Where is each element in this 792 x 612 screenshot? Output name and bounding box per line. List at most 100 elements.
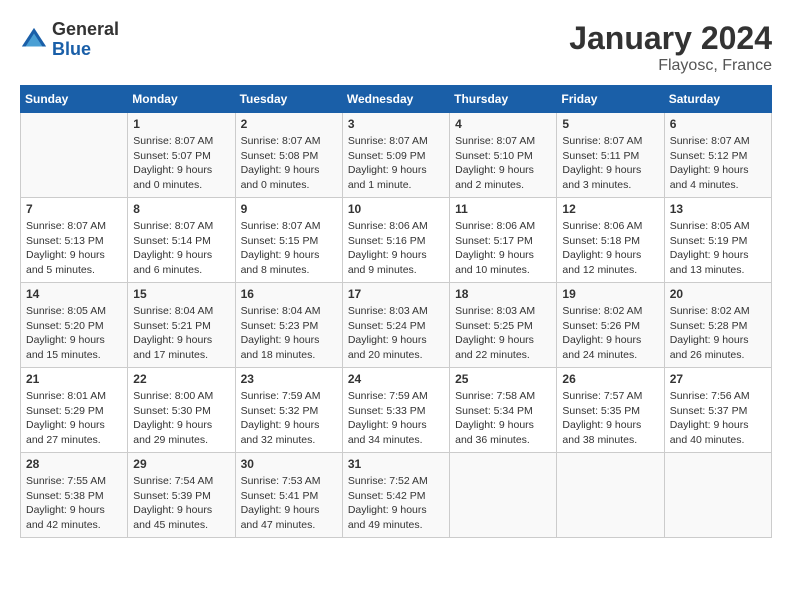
day-info: Sunrise: 8:06 AMSunset: 5:16 PMDaylight:… bbox=[348, 219, 444, 278]
calendar-day-cell: 29 Sunrise: 7:54 AMSunset: 5:39 PMDayligh… bbox=[128, 453, 235, 538]
day-info: Sunrise: 8:00 AMSunset: 5:30 PMDaylight:… bbox=[133, 389, 229, 448]
calendar-week-row: 1 Sunrise: 8:07 AMSunset: 5:07 PMDaylight… bbox=[21, 113, 772, 198]
day-info: Sunrise: 8:06 AMSunset: 5:18 PMDaylight:… bbox=[562, 219, 658, 278]
day-info: Sunrise: 8:05 AMSunset: 5:19 PMDaylight:… bbox=[670, 219, 766, 278]
day-info: Sunrise: 8:07 AMSunset: 5:10 PMDaylight:… bbox=[455, 134, 551, 193]
day-of-week-header: Thursday bbox=[450, 86, 557, 113]
calendar-day-cell: 3 Sunrise: 8:07 AMSunset: 5:09 PMDaylight… bbox=[342, 113, 449, 198]
day-info: Sunrise: 8:07 AMSunset: 5:07 PMDaylight:… bbox=[133, 134, 229, 193]
day-info: Sunrise: 7:59 AMSunset: 5:33 PMDaylight:… bbox=[348, 389, 444, 448]
day-number: 20 bbox=[670, 287, 766, 301]
calendar-week-row: 28 Sunrise: 7:55 AMSunset: 5:38 PMDayligh… bbox=[21, 453, 772, 538]
calendar-day-cell: 19 Sunrise: 8:02 AMSunset: 5:26 PMDayligh… bbox=[557, 283, 664, 368]
day-number: 31 bbox=[348, 457, 444, 471]
day-info: Sunrise: 8:07 AMSunset: 5:15 PMDaylight:… bbox=[241, 219, 337, 278]
calendar-subtitle: Flayosc, France bbox=[569, 57, 772, 75]
day-number: 16 bbox=[241, 287, 337, 301]
day-number: 30 bbox=[241, 457, 337, 471]
day-info: Sunrise: 8:02 AMSunset: 5:28 PMDaylight:… bbox=[670, 304, 766, 363]
day-of-week-header: Tuesday bbox=[235, 86, 342, 113]
calendar-day-cell: 4Sunrise: 8:07 AMSunset: 5:10 PMDaylight… bbox=[450, 113, 557, 198]
calendar-day-cell: 13 Sunrise: 8:05 AMSunset: 5:19 PMDayligh… bbox=[664, 198, 771, 283]
day-number: 3 bbox=[348, 117, 444, 131]
day-info: Sunrise: 8:07 AMSunset: 5:11 PMDaylight:… bbox=[562, 134, 658, 193]
day-number: 29 bbox=[133, 457, 229, 471]
calendar-day-cell: 21Sunrise: 8:01 AMSunset: 5:29 PMDayligh… bbox=[21, 368, 128, 453]
day-number: 22 bbox=[133, 372, 229, 386]
day-info: Sunrise: 7:56 AMSunset: 5:37 PMDaylight:… bbox=[670, 389, 766, 448]
calendar-header-row: SundayMondayTuesdayWednesdayThursdayFrid… bbox=[21, 86, 772, 113]
day-number: 17 bbox=[348, 287, 444, 301]
day-number: 25 bbox=[455, 372, 551, 386]
calendar-day-cell bbox=[557, 453, 664, 538]
day-number: 27 bbox=[670, 372, 766, 386]
calendar-day-cell: 2 Sunrise: 8:07 AMSunset: 5:08 PMDaylight… bbox=[235, 113, 342, 198]
calendar-day-cell: 14 Sunrise: 8:05 AMSunset: 5:20 PMDayligh… bbox=[21, 283, 128, 368]
logo-general-text: General bbox=[52, 19, 119, 39]
day-info: Sunrise: 8:07 AMSunset: 5:13 PMDaylight:… bbox=[26, 219, 122, 278]
day-number: 21 bbox=[26, 372, 122, 386]
day-info: Sunrise: 8:07 AMSunset: 5:14 PMDaylight:… bbox=[133, 219, 229, 278]
day-of-week-header: Sunday bbox=[21, 86, 128, 113]
day-number: 2 bbox=[241, 117, 337, 131]
calendar-day-cell: 31 Sunrise: 7:52 AMSunset: 5:42 PMDayligh… bbox=[342, 453, 449, 538]
calendar-week-row: 7Sunrise: 8:07 AMSunset: 5:13 PMDaylight… bbox=[21, 198, 772, 283]
calendar-day-cell: 15 Sunrise: 8:04 AMSunset: 5:21 PMDayligh… bbox=[128, 283, 235, 368]
calendar-day-cell: 24 Sunrise: 7:59 AMSunset: 5:33 PMDayligh… bbox=[342, 368, 449, 453]
day-number: 1 bbox=[133, 117, 229, 131]
day-number: 11 bbox=[455, 202, 551, 216]
day-of-week-header: Wednesday bbox=[342, 86, 449, 113]
day-info: Sunrise: 8:02 AMSunset: 5:26 PMDaylight:… bbox=[562, 304, 658, 363]
calendar-day-cell: 11 Sunrise: 8:06 AMSunset: 5:17 PMDayligh… bbox=[450, 198, 557, 283]
day-info: Sunrise: 8:04 AMSunset: 5:23 PMDaylight:… bbox=[241, 304, 337, 363]
day-info: Sunrise: 7:58 AMSunset: 5:34 PMDaylight:… bbox=[455, 389, 551, 448]
calendar-day-cell: 9 Sunrise: 8:07 AMSunset: 5:15 PMDaylight… bbox=[235, 198, 342, 283]
calendar-day-cell: 27 Sunrise: 7:56 AMSunset: 5:37 PMDayligh… bbox=[664, 368, 771, 453]
day-number: 23 bbox=[241, 372, 337, 386]
day-number: 14 bbox=[26, 287, 122, 301]
day-info: Sunrise: 8:05 AMSunset: 5:20 PMDaylight:… bbox=[26, 304, 122, 363]
calendar-day-cell: 26Sunrise: 7:57 AMSunset: 5:35 PMDayligh… bbox=[557, 368, 664, 453]
day-of-week-header: Saturday bbox=[664, 86, 771, 113]
calendar-week-row: 14 Sunrise: 8:05 AMSunset: 5:20 PMDayligh… bbox=[21, 283, 772, 368]
calendar-day-cell: 25 Sunrise: 7:58 AMSunset: 5:34 PMDayligh… bbox=[450, 368, 557, 453]
logo: General Blue bbox=[20, 20, 119, 60]
day-info: Sunrise: 8:06 AMSunset: 5:17 PMDaylight:… bbox=[455, 219, 551, 278]
day-info: Sunrise: 8:07 AMSunset: 5:08 PMDaylight:… bbox=[241, 134, 337, 193]
day-number: 19 bbox=[562, 287, 658, 301]
day-number: 15 bbox=[133, 287, 229, 301]
day-number: 6 bbox=[670, 117, 766, 131]
calendar-day-cell: 12 Sunrise: 8:06 AMSunset: 5:18 PMDayligh… bbox=[557, 198, 664, 283]
day-info: Sunrise: 8:03 AMSunset: 5:24 PMDaylight:… bbox=[348, 304, 444, 363]
day-number: 12 bbox=[562, 202, 658, 216]
calendar-day-cell: 5Sunrise: 8:07 AMSunset: 5:11 PMDaylight… bbox=[557, 113, 664, 198]
calendar-title: January 2024 bbox=[569, 20, 772, 57]
day-of-week-header: Friday bbox=[557, 86, 664, 113]
day-info: Sunrise: 8:04 AMSunset: 5:21 PMDaylight:… bbox=[133, 304, 229, 363]
day-info: Sunrise: 7:52 AMSunset: 5:42 PMDaylight:… bbox=[348, 474, 444, 533]
day-info: Sunrise: 7:54 AMSunset: 5:39 PMDaylight:… bbox=[133, 474, 229, 533]
day-number: 9 bbox=[241, 202, 337, 216]
day-number: 8 bbox=[133, 202, 229, 216]
day-of-week-header: Monday bbox=[128, 86, 235, 113]
day-info: Sunrise: 7:57 AMSunset: 5:35 PMDaylight:… bbox=[562, 389, 658, 448]
calendar-day-cell: 1 Sunrise: 8:07 AMSunset: 5:07 PMDaylight… bbox=[128, 113, 235, 198]
calendar-day-cell: 8 Sunrise: 8:07 AMSunset: 5:14 PMDaylight… bbox=[128, 198, 235, 283]
day-number: 10 bbox=[348, 202, 444, 216]
day-number: 28 bbox=[26, 457, 122, 471]
calendar-day-cell: 6Sunrise: 8:07 AMSunset: 5:12 PMDaylight… bbox=[664, 113, 771, 198]
day-info: Sunrise: 8:07 AMSunset: 5:09 PMDaylight:… bbox=[348, 134, 444, 193]
calendar-day-cell: 10 Sunrise: 8:06 AMSunset: 5:16 PMDayligh… bbox=[342, 198, 449, 283]
day-number: 13 bbox=[670, 202, 766, 216]
calendar-day-cell bbox=[450, 453, 557, 538]
day-info: Sunrise: 8:03 AMSunset: 5:25 PMDaylight:… bbox=[455, 304, 551, 363]
calendar-day-cell: 16 Sunrise: 8:04 AMSunset: 5:23 PMDayligh… bbox=[235, 283, 342, 368]
calendar-day-cell bbox=[664, 453, 771, 538]
calendar-day-cell: 18Sunrise: 8:03 AMSunset: 5:25 PMDayligh… bbox=[450, 283, 557, 368]
day-info: Sunrise: 7:55 AMSunset: 5:38 PMDaylight:… bbox=[26, 474, 122, 533]
calendar-week-row: 21Sunrise: 8:01 AMSunset: 5:29 PMDayligh… bbox=[21, 368, 772, 453]
calendar-day-cell: 23Sunrise: 7:59 AMSunset: 5:32 PMDayligh… bbox=[235, 368, 342, 453]
calendar-day-cell bbox=[21, 113, 128, 198]
day-info: Sunrise: 7:53 AMSunset: 5:41 PMDaylight:… bbox=[241, 474, 337, 533]
day-number: 24 bbox=[348, 372, 444, 386]
